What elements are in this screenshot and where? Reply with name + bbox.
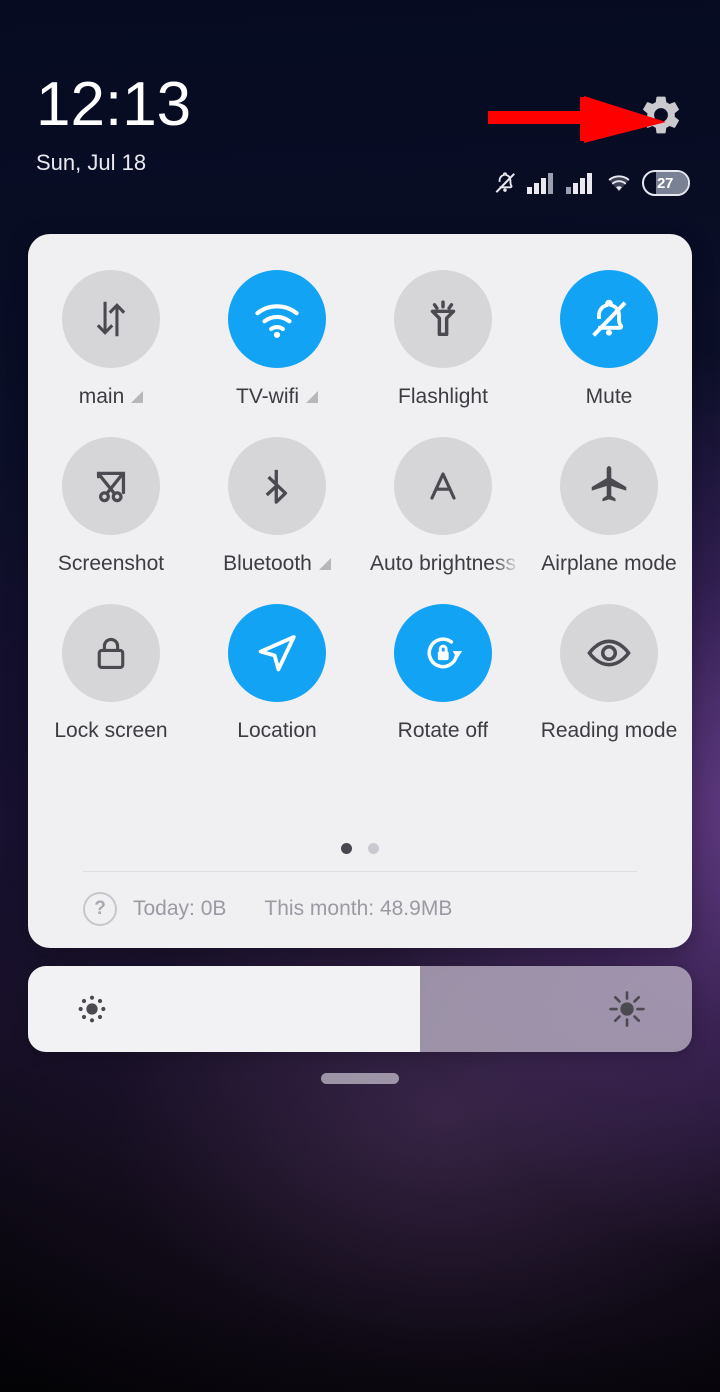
tile-screenshot-labelrow: Screenshot: [58, 552, 164, 576]
tile-main-circle[interactable]: [62, 270, 160, 368]
tile-location-label: Location: [237, 719, 317, 742]
padlock-icon: [97, 637, 125, 670]
tile-auto-brightness[interactable]: Auto brightness: [360, 437, 526, 576]
tile-main[interactable]: main: [28, 270, 194, 409]
tile-screenshot-label: Screenshot: [57, 552, 165, 575]
tile-rotate-off-labelrow: Rotate off: [398, 719, 489, 743]
tile-airplane-mode-label: Airplane mode: [541, 552, 677, 575]
tile-flashlight-label: Flashlight: [398, 385, 488, 408]
tile-tv-wifi-labelrow: TV-wifi: [236, 385, 318, 409]
settings-gear-button[interactable]: [638, 92, 684, 138]
tile-lock-screen[interactable]: Lock screen: [28, 604, 194, 743]
tile-mute-circle[interactable]: [560, 270, 658, 368]
tile-screenshot[interactable]: Screenshot: [28, 437, 194, 576]
brightness-high-icon: [609, 991, 645, 1027]
clock-block: 12:13 Sun, Jul 18: [36, 74, 191, 176]
tile-auto-brightness-label: Auto brightness: [370, 552, 516, 575]
tile-airplane-mode-labelrow: Airplane mode: [541, 552, 676, 576]
tile-mute-labelrow: Mute: [586, 385, 633, 409]
tile-flashlight-labelrow: Flashlight: [398, 385, 488, 409]
mobile-data-icon: [96, 301, 126, 337]
airplane-icon: [591, 466, 627, 502]
tile-screenshot-circle[interactable]: [62, 437, 160, 535]
tile-location-labelrow: Location: [237, 719, 316, 743]
scissors-crop-icon: [96, 471, 126, 503]
tile-lock-screen-label: Lock screen: [54, 719, 168, 742]
tile-bluetooth-expander-icon[interactable]: [318, 558, 331, 570]
tile-auto-brightness-circle[interactable]: [394, 437, 492, 535]
pager-dot-2[interactable]: [368, 843, 379, 854]
tile-flashlight-circle[interactable]: [394, 270, 492, 368]
quick-settings-tile-grid: main TV-wifi Flashlight Mute Screenshot …: [28, 234, 692, 743]
signal-sim2-icon: [566, 173, 592, 194]
tile-main-label: main: [78, 385, 125, 408]
auto-brightness-a-icon: [430, 472, 456, 500]
battery-icon: 27: [642, 170, 690, 196]
tile-auto-brightness-labelrow: Auto brightness: [370, 552, 516, 576]
panel-pager[interactable]: [28, 843, 692, 854]
bluetooth-icon: [265, 469, 288, 504]
brightness-slider[interactable]: [28, 966, 692, 1052]
gear-icon: [643, 96, 679, 134]
quick-settings-panel: main TV-wifi Flashlight Mute Screenshot …: [28, 234, 692, 948]
usage-month-label: This month: 48.9MB: [264, 897, 453, 920]
flashlight-icon: [430, 300, 456, 337]
status-icons: 27: [492, 170, 690, 196]
tile-main-labelrow: main: [79, 385, 144, 409]
battery-percent-label: 27: [656, 174, 674, 192]
navigation-arrow-icon: [258, 635, 296, 672]
tile-location[interactable]: Location: [194, 604, 360, 743]
clock-date: Sun, Jul 18: [36, 150, 147, 175]
tile-mute-label: Mute: [585, 385, 633, 408]
tile-bluetooth[interactable]: Bluetooth: [194, 437, 360, 576]
tile-airplane-mode[interactable]: Airplane mode: [526, 437, 692, 576]
question-mark-icon[interactable]: ?: [83, 892, 117, 926]
panel-drag-handle[interactable]: [321, 1073, 399, 1084]
pager-dot-1[interactable]: [341, 843, 352, 854]
data-usage-row[interactable]: ? Today: 0B This month: 48.9MB: [83, 892, 452, 926]
tile-tv-wifi-label: TV-wifi: [236, 385, 299, 408]
mute-bell-icon: [495, 172, 515, 193]
usage-today-label: Today: 0B: [133, 897, 227, 920]
tile-reading-mode-label: Reading mode: [540, 719, 678, 742]
bell-muted-icon: [592, 299, 627, 337]
brightness-low-icon: [78, 995, 106, 1023]
tile-lock-screen-labelrow: Lock screen: [54, 719, 167, 743]
wifi-icon: [608, 175, 630, 192]
tile-flashlight[interactable]: Flashlight: [360, 270, 526, 409]
tile-tv-wifi-expander-icon[interactable]: [306, 391, 318, 403]
wifi-icon: [255, 304, 299, 338]
quick-settings-screen: 12:13 Sun, Jul 18 27 main TV-wifi Flashl…: [0, 0, 720, 1392]
clock-time: 12:13: [36, 70, 192, 139]
tile-airplane-mode-circle[interactable]: [560, 437, 658, 535]
tile-lock-screen-circle[interactable]: [62, 604, 160, 702]
tile-main-expander-icon[interactable]: [131, 391, 144, 403]
tile-bluetooth-label: Bluetooth: [223, 552, 312, 575]
tile-rotate-off-label: Rotate off: [397, 719, 489, 742]
tile-bluetooth-labelrow: Bluetooth: [223, 552, 331, 576]
rotation-lock-icon: [427, 637, 463, 669]
tile-location-circle[interactable]: [228, 604, 326, 702]
panel-divider: [83, 871, 637, 872]
tile-tv-wifi[interactable]: TV-wifi: [194, 270, 360, 409]
signal-sim1-icon: [527, 173, 553, 194]
tile-reading-mode-labelrow: Reading mode: [541, 719, 678, 743]
tile-bluetooth-circle[interactable]: [228, 437, 326, 535]
tile-tv-wifi-circle[interactable]: [228, 270, 326, 368]
tile-rotate-off-circle[interactable]: [394, 604, 492, 702]
tile-rotate-off[interactable]: Rotate off: [360, 604, 526, 743]
eye-icon: [587, 639, 631, 667]
tile-mute[interactable]: Mute: [526, 270, 692, 409]
tile-reading-mode[interactable]: Reading mode: [526, 604, 692, 743]
tile-reading-mode-circle[interactable]: [560, 604, 658, 702]
